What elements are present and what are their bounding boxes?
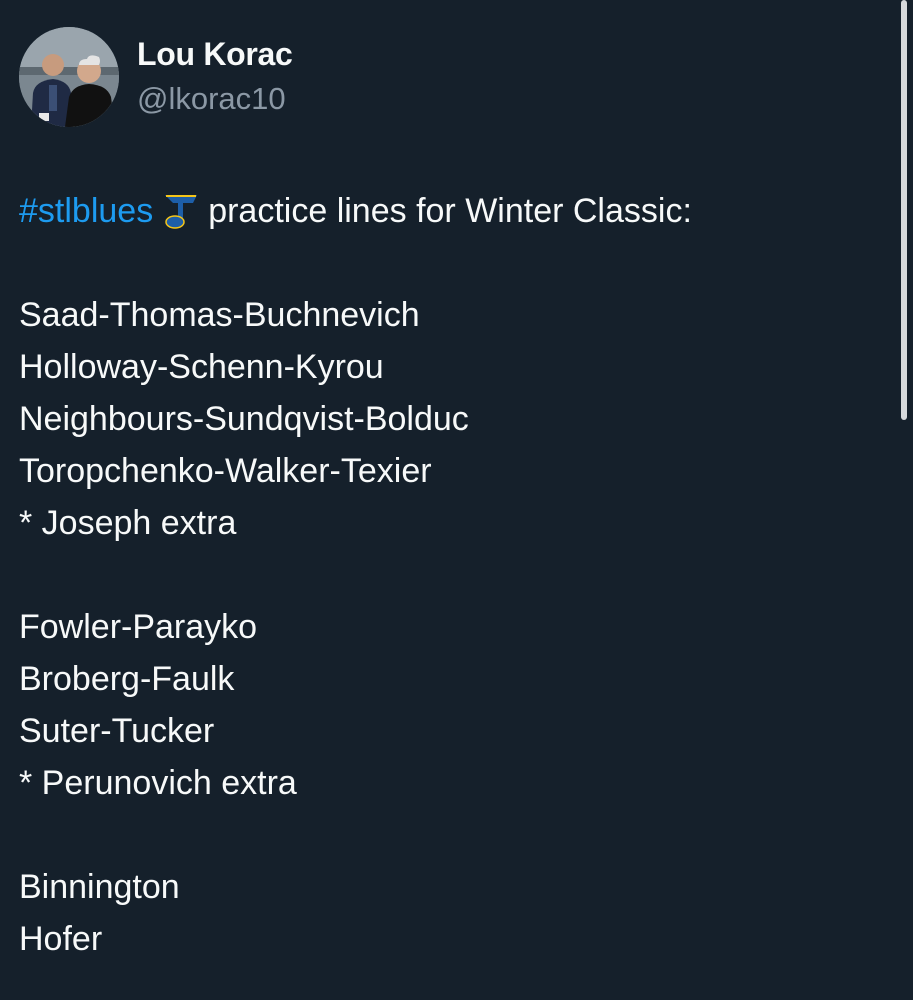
defense-pair: Broberg-Faulk (19, 660, 235, 698)
tweet: Lou Korac @lkorac10 #stlblues practice l… (0, 0, 913, 1000)
blues-note-icon (161, 191, 201, 231)
forward-line: Saad-Thomas-Buchnevich (19, 296, 420, 334)
defense-pair: Fowler-Parayko (19, 608, 258, 646)
forward-line: Neighbours-Sundqvist-Bolduc (19, 400, 469, 438)
tweet-first-line: #stlblues practice lines for Winter Clas… (19, 185, 883, 237)
avatar[interactable] (19, 27, 119, 127)
tweet-intro-text: practice lines for Winter Classic: (208, 192, 692, 230)
hashtag-link[interactable]: #stlblues (19, 185, 153, 237)
avatar-image (19, 27, 119, 127)
goalie: Hofer (19, 920, 103, 958)
scrollbar-thumb[interactable] (901, 0, 907, 420)
author-names: Lou Korac @lkorac10 (137, 35, 293, 119)
forward-line: Toropchenko-Walker-Texier (19, 452, 432, 490)
scrollbar[interactable] (901, 0, 907, 420)
forward-line: Holloway-Schenn-Kyrou (19, 348, 384, 386)
forward-extra: * Joseph extra (19, 504, 237, 542)
goalie: Binnington (19, 868, 180, 906)
author-display-name[interactable]: Lou Korac (137, 35, 293, 73)
author-handle[interactable]: @lkorac10 (137, 79, 293, 119)
defense-extra: * Perunovich extra (19, 764, 297, 802)
tweet-header: Lou Korac @lkorac10 (19, 27, 293, 127)
defense-pair: Suter-Tucker (19, 712, 215, 750)
tweet-text: #stlblues practice lines for Winter Clas… (19, 185, 883, 965)
